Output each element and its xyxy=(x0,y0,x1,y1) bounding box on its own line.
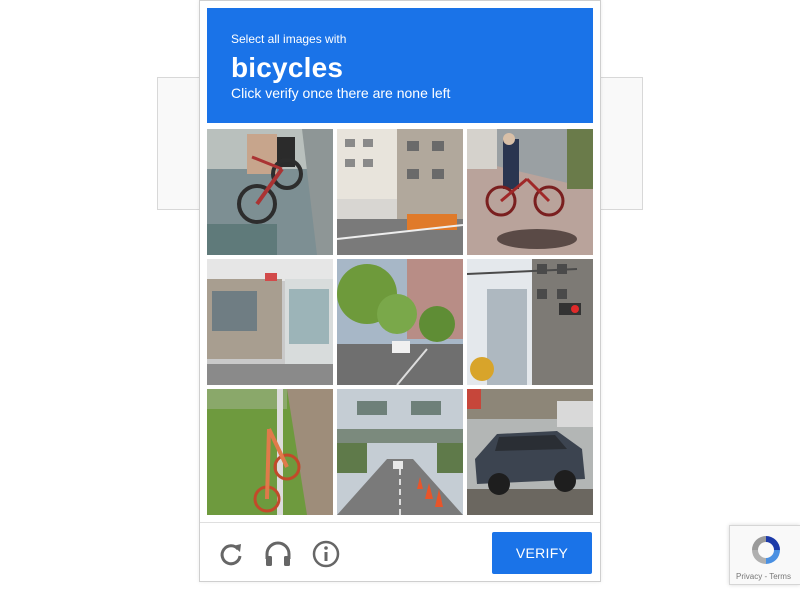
parked-car-photo xyxy=(467,389,593,515)
highway-cones-photo xyxy=(337,389,463,515)
trees-street-photo xyxy=(337,259,463,385)
verify-button[interactable]: VERIFY xyxy=(492,532,592,574)
traffic-light-photo xyxy=(467,259,593,385)
shopfront-photo xyxy=(207,259,333,385)
image-tile-9[interactable] xyxy=(467,389,593,515)
challenge-footer: VERIFY xyxy=(200,522,600,582)
reload-icon[interactable] xyxy=(216,539,246,569)
challenge-header: Select all images with bicycles Click ve… xyxy=(207,8,593,123)
image-tile-4[interactable] xyxy=(207,259,333,385)
info-icon[interactable] xyxy=(311,539,341,569)
challenge-keyword: bicycles xyxy=(231,52,344,83)
headphones-icon[interactable] xyxy=(263,539,293,569)
image-tile-6[interactable] xyxy=(467,259,593,385)
building-street-photo xyxy=(337,129,463,255)
challenge-subtext: Click verify once there are none left xyxy=(231,85,451,101)
recaptcha-logo-icon xyxy=(752,536,780,564)
recaptcha-badge[interactable]: Privacy - Terms xyxy=(729,525,800,585)
bicycle-rider-photo xyxy=(207,129,333,255)
captcha-challenge-dialog: Select all images with bicycles Click ve… xyxy=(199,0,601,582)
image-tile-5[interactable] xyxy=(337,259,463,385)
cyclist-sidewalk-photo xyxy=(467,129,593,255)
image-tile-3[interactable] xyxy=(467,129,593,255)
challenge-intro: Select all images with xyxy=(231,32,347,46)
image-tile-8[interactable] xyxy=(337,389,463,515)
image-tile-1[interactable] xyxy=(207,129,333,255)
image-tile-7[interactable] xyxy=(207,389,333,515)
image-grid xyxy=(207,129,593,515)
parked-bicycle-photo xyxy=(207,389,333,515)
privacy-terms-links[interactable]: Privacy - Terms xyxy=(736,572,791,581)
image-tile-2[interactable] xyxy=(337,129,463,255)
